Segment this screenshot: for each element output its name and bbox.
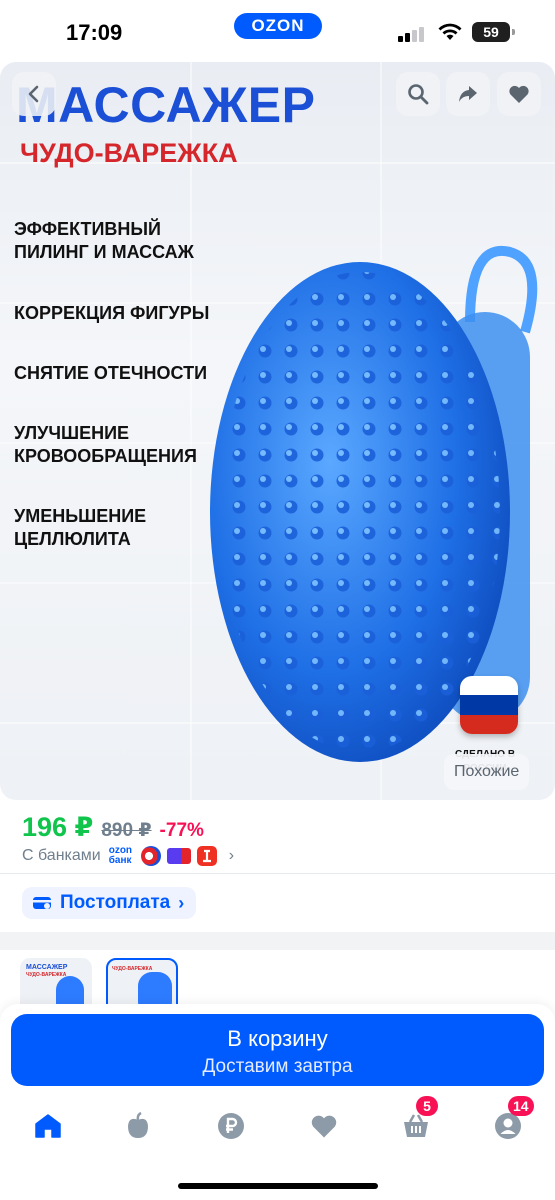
feature-text: УЛУЧШЕНИЕ КРОВООБРАЩЕНИЯ	[14, 423, 197, 466]
tab-bar: 5 14	[0, 1096, 555, 1150]
banks-label: С банками	[22, 847, 101, 864]
ozon-app-pill[interactable]: OZON	[234, 13, 322, 39]
tab-profile[interactable]: 14	[490, 1096, 534, 1144]
feature-text: УМЕНЬШЕНИЕ ЦЕЛЛЮЛИТА	[14, 506, 147, 549]
tab-cart[interactable]: 5	[398, 1096, 438, 1144]
tab-fresh[interactable]	[120, 1108, 156, 1144]
add-to-cart-button[interactable]: В корзину Доставим завтра	[11, 1014, 544, 1086]
back-button[interactable]	[12, 72, 56, 116]
status-time: 17:09	[66, 20, 123, 45]
cart-badge: 5	[416, 1096, 438, 1116]
feature-text: СНЯТИЕ ОТЕЧНОСТИ	[14, 363, 208, 383]
banks-offer-row[interactable]: С банками ozon банк ›	[22, 845, 234, 867]
tab-finance[interactable]	[213, 1108, 249, 1144]
tab-favorites[interactable]	[306, 1108, 342, 1144]
tab-home[interactable]	[30, 1108, 66, 1144]
feature-text: ЭФФЕКТИВНЫЙ ПИЛИНГ И МАССАЖ	[14, 219, 194, 262]
chevron-left-icon	[28, 85, 39, 103]
postpay-label: Постоплата	[60, 892, 171, 913]
home-indicator	[178, 1183, 378, 1189]
price-discount: -77%	[159, 820, 204, 841]
price-current: 196 ₽	[22, 812, 94, 842]
thumbnail-title: МАССАЖЕР	[26, 964, 68, 971]
profile-icon	[495, 1113, 521, 1139]
search-icon	[408, 84, 429, 105]
battery-icon: 59	[472, 22, 515, 42]
bank-logo-icon	[140, 846, 161, 866]
delivery-label: Доставим завтра	[202, 1056, 353, 1077]
divider	[0, 873, 555, 874]
heart-icon	[311, 1115, 337, 1138]
image-title: МАССАЖЕР	[16, 77, 316, 133]
ozon-bank-logo: ozon банк	[108, 845, 133, 866]
chevron-right-icon: ›	[228, 847, 235, 864]
product-image-gallery[interactable]: МАССАЖЕР ЧУДО-ВАРЕЖКА ЭФФЕКТИВНЫЙ ПИЛИНГ…	[0, 62, 555, 800]
favorite-button[interactable]	[497, 72, 541, 116]
feature-text: КОРРЕКЦИЯ ФИГУРЫ	[14, 303, 210, 323]
thumbnail-subtitle: ЧУДО-ВАРЕЖКА	[112, 966, 153, 972]
wifi-icon	[438, 23, 462, 40]
ruble-icon	[218, 1113, 244, 1139]
profile-badge: 14	[508, 1096, 534, 1116]
heart-icon	[509, 85, 529, 103]
bank-logo-icon	[196, 846, 217, 866]
cellular-signal-icon	[398, 26, 428, 42]
image-subtitle: ЧУДО-ВАРЕЖКА	[20, 138, 238, 168]
home-icon	[35, 1114, 61, 1138]
status-bar: 17:09 OZON 59	[0, 0, 555, 62]
add-to-cart-label: В корзину	[227, 1026, 328, 1051]
share-button[interactable]	[446, 72, 490, 116]
search-button[interactable]	[396, 72, 440, 116]
thumbnail-subtitle: ЧУДО-ВАРЕЖКА	[26, 972, 67, 978]
share-icon	[459, 86, 477, 102]
price-old: 890 ₽	[101, 820, 152, 841]
bank-logo-icon	[166, 848, 191, 864]
similar-button[interactable]: Похожие	[444, 754, 530, 790]
chevron-right-icon: ›	[178, 892, 185, 913]
card-icon	[33, 897, 51, 909]
postpay-chip[interactable]: Постоплата ›	[22, 887, 197, 919]
russia-flag	[460, 676, 518, 734]
basket-icon	[404, 1114, 428, 1137]
apple-icon	[128, 1112, 148, 1138]
section-separator	[0, 932, 555, 950]
price-row: 196 ₽ 890 ₽ -77%	[22, 812, 204, 843]
